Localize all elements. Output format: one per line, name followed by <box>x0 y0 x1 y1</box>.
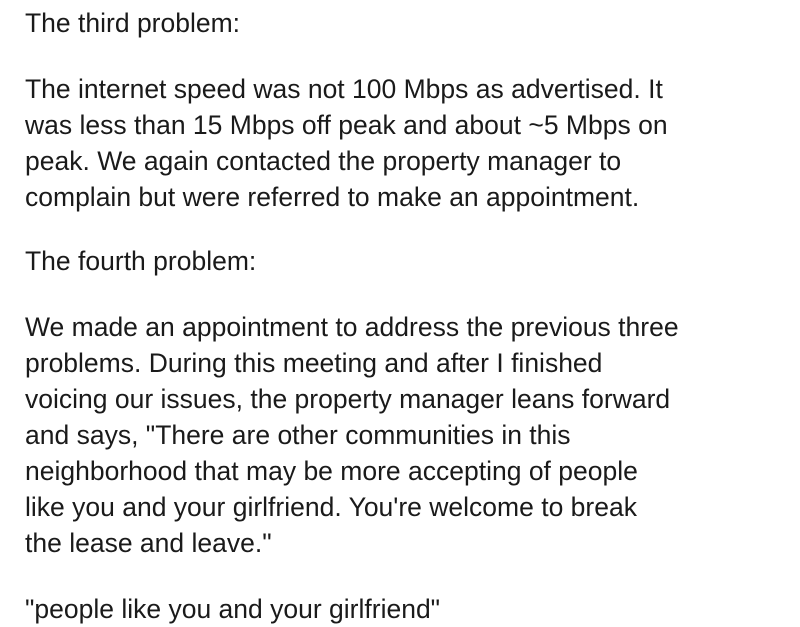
paragraph-line: voicing our issues, the property manager… <box>25 384 671 414</box>
heading-fourth-problem: The fourth problem: <box>25 243 795 279</box>
heading-line: The third problem: <box>25 8 241 38</box>
paragraph-line: problems. During this meeting and after … <box>25 348 603 378</box>
quote-line: "people like you and your girlfriend" <box>25 594 441 624</box>
closing-quote: "people like you and your girlfriend" <box>25 591 795 627</box>
heading-third-problem: The third problem: <box>25 5 795 41</box>
paragraph-line: The internet speed was not 100 Mbps as a… <box>25 74 663 104</box>
paragraph-line: peak. We again contacted the property ma… <box>25 146 622 176</box>
paragraph-line: the lease and leave." <box>25 528 272 558</box>
paragraph-line: neighborhood that may be more accepting … <box>25 456 638 486</box>
paragraph-line: and says, "There are other communities i… <box>25 420 571 450</box>
paragraph-internet-speed: The internet speed was not 100 Mbps as a… <box>25 71 795 215</box>
document-body: The third problem: The internet speed wa… <box>25 5 795 627</box>
paragraph-line: like you and your girlfriend. You're wel… <box>25 492 637 522</box>
paragraph-line: complain but were referred to make an ap… <box>25 182 640 212</box>
heading-line: The fourth problem: <box>25 246 257 276</box>
paragraph-line: was less than 15 Mbps off peak and about… <box>25 110 668 140</box>
paragraph-appointment: We made an appointment to address the pr… <box>25 309 795 561</box>
paragraph-line: We made an appointment to address the pr… <box>25 312 679 342</box>
